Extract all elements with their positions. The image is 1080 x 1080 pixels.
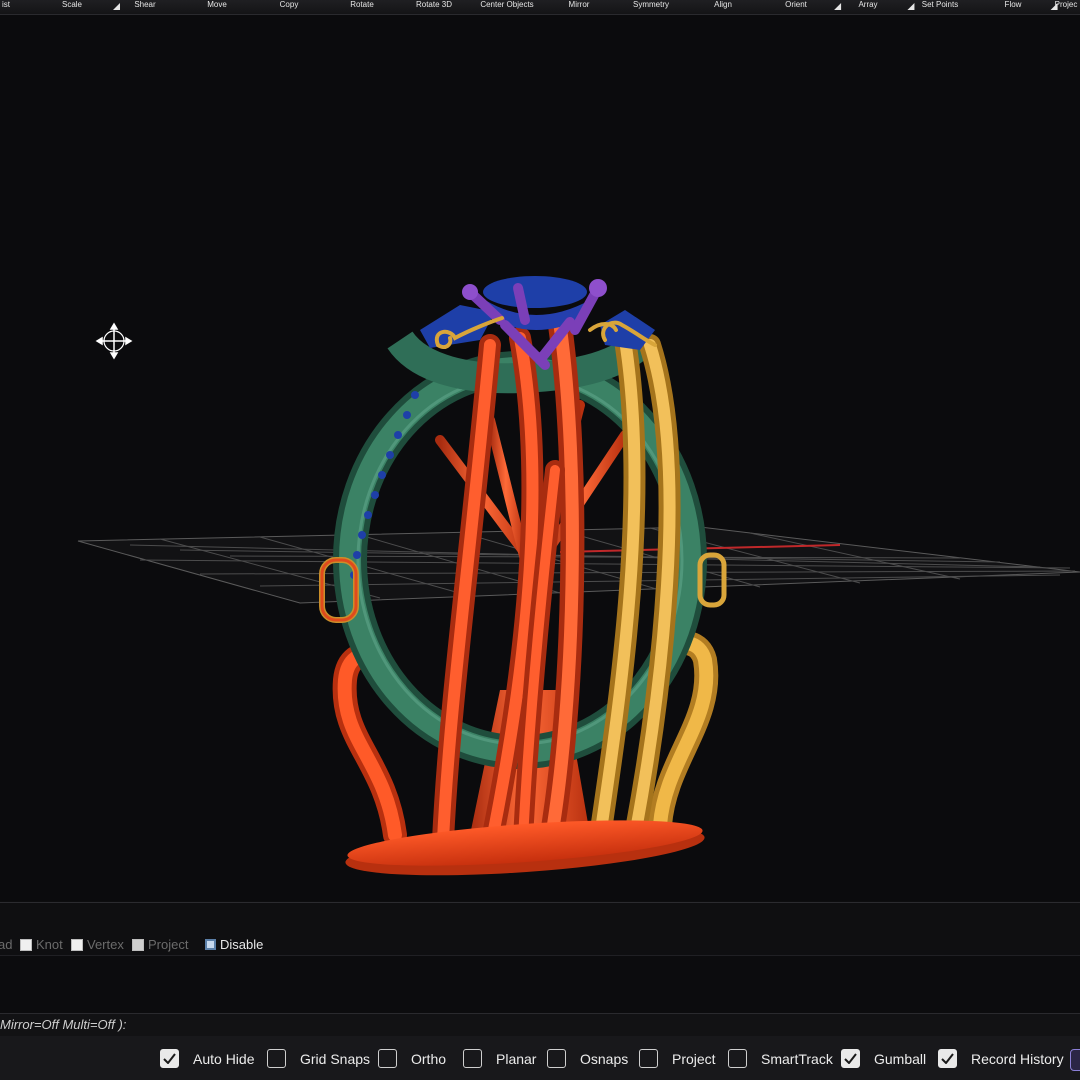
status-toggle-label: Osnaps bbox=[580, 1050, 629, 1067]
toolbar-label: Rotate bbox=[350, 0, 374, 9]
status-toggle-planar[interactable]: Planar bbox=[463, 1049, 536, 1068]
check-icon bbox=[941, 1053, 954, 1064]
toolbar-item-orient[interactable]: Orient bbox=[785, 0, 841, 14]
toolbar-item-align[interactable]: Align bbox=[714, 0, 732, 14]
toolbar-label: Projec bbox=[1054, 0, 1078, 9]
osnap-item-quad[interactable]: ad bbox=[0, 937, 12, 952]
toolbar-label: Move bbox=[207, 0, 227, 9]
command-prompt-text: Mirror=Off Multi=Off ): bbox=[0, 1017, 127, 1032]
toolbar-item-mirror[interactable]: Mirror bbox=[569, 0, 590, 14]
checkbox-checked[interactable] bbox=[841, 1049, 860, 1068]
checkbox-checked[interactable] bbox=[160, 1049, 179, 1068]
checkbox-unchecked[interactable] bbox=[267, 1049, 286, 1068]
checkbox-unchecked[interactable] bbox=[378, 1049, 397, 1068]
osnap-label: Project bbox=[148, 937, 189, 952]
filter-button[interactable] bbox=[1070, 1049, 1080, 1071]
toolbar-item-array[interactable]: Array bbox=[858, 0, 915, 14]
command-prompt[interactable]: Mirror=Off Multi=Off ): bbox=[0, 1013, 1080, 1037]
status-toggle-label: Grid Snaps bbox=[300, 1050, 371, 1067]
toolbar-item-symmetry[interactable]: Symmetry bbox=[633, 0, 669, 14]
check-icon bbox=[163, 1053, 176, 1064]
status-toggle-label: Record History bbox=[971, 1050, 1064, 1067]
status-toggle-label: Planar bbox=[496, 1050, 537, 1067]
toolbar-label: Flow bbox=[1004, 0, 1022, 9]
checkbox-unchecked[interactable] bbox=[639, 1049, 658, 1068]
status-toggle-label: Gumball bbox=[874, 1050, 927, 1067]
toolbar-label: Set Points bbox=[921, 0, 959, 9]
transform-toolbar: ist Scale Shear Move Copy Rotate Rotate … bbox=[0, 0, 1080, 15]
toolbar-label: Array bbox=[858, 0, 878, 9]
toolbar-item-rotate-3d[interactable]: Rotate 3D bbox=[416, 0, 452, 14]
toolbar-label: Symmetry bbox=[633, 0, 669, 9]
status-toggle-smarttrack[interactable]: SmartTrack bbox=[728, 1049, 833, 1068]
osnap-item-project[interactable]: Project bbox=[132, 937, 188, 952]
toolbar-label: Shear bbox=[134, 0, 156, 9]
status-bar: Auto Hide Grid Snaps Ortho Planar Osnaps… bbox=[0, 1036, 1080, 1080]
osnap-checkbox[interactable] bbox=[71, 938, 83, 951]
checkbox-checked[interactable] bbox=[938, 1049, 957, 1068]
status-toggle-label: Auto Hide bbox=[193, 1050, 255, 1067]
status-toggle-gumball[interactable]: Gumball bbox=[841, 1049, 926, 1068]
toolbar-label: Orient bbox=[785, 0, 807, 9]
osnap-checkbox[interactable] bbox=[20, 938, 32, 951]
ring-model-scene bbox=[77, 276, 1080, 876]
check-icon bbox=[844, 1053, 857, 1064]
toolbar-item-set-points[interactable]: Set Points bbox=[922, 0, 958, 14]
osnap-label: Knot bbox=[36, 937, 63, 952]
toolbar-item-center-objects[interactable]: Center Objects bbox=[480, 0, 533, 14]
osnap-label: ad bbox=[0, 937, 13, 952]
menu-triangle-icon[interactable] bbox=[907, 3, 915, 10]
status-toggle-auto-hide[interactable]: Auto Hide bbox=[160, 1049, 254, 1068]
osnap-label: Vertex bbox=[87, 937, 124, 952]
status-toggle-record-history[interactable]: Record History bbox=[938, 1049, 1064, 1068]
toolbar-item-shear[interactable]: Shear bbox=[134, 0, 155, 14]
toolbar-item-projec[interactable]: Projec bbox=[1055, 0, 1078, 14]
menu-triangle-icon[interactable] bbox=[113, 3, 121, 10]
move-cursor-icon[interactable] bbox=[95, 322, 133, 360]
osnap-checkbox[interactable] bbox=[132, 938, 144, 951]
osnap-panel: ad Knot Vertex Project Disable bbox=[0, 902, 1080, 955]
toolbar-label: Copy bbox=[279, 0, 299, 9]
checkbox-unchecked[interactable] bbox=[547, 1049, 566, 1068]
toolbar-label: Scale bbox=[61, 0, 83, 9]
toolbar-item-ist[interactable]: ist bbox=[2, 0, 10, 14]
toolbar-label: Mirror bbox=[568, 0, 590, 9]
menu-triangle-icon[interactable] bbox=[833, 3, 841, 10]
osnap-item-knot[interactable]: Knot bbox=[20, 937, 63, 952]
status-toggle-osnaps[interactable]: Osnaps bbox=[547, 1049, 628, 1068]
command-history bbox=[0, 955, 1080, 1014]
toolbar-label: Center Objects bbox=[480, 0, 534, 9]
toolbar-item-rotate[interactable]: Rotate bbox=[350, 0, 374, 14]
toolbar-item-move[interactable]: Move bbox=[207, 0, 227, 14]
toolbar-item-scale[interactable]: Scale bbox=[61, 0, 121, 14]
checkbox-unchecked[interactable] bbox=[463, 1049, 482, 1068]
status-toggle-project[interactable]: Project bbox=[639, 1049, 716, 1068]
osnap-item-disable[interactable]: Disable bbox=[205, 937, 263, 952]
perspective-viewport[interactable] bbox=[0, 15, 1080, 901]
toolbar-label: ist bbox=[2, 0, 10, 9]
osnap-label: Disable bbox=[220, 937, 264, 952]
toolbar-label: Align bbox=[714, 0, 732, 9]
status-toggle-label: Project bbox=[672, 1050, 716, 1067]
toolbar-item-copy[interactable]: Copy bbox=[280, 0, 299, 14]
toolbar-label: Rotate 3D bbox=[415, 0, 453, 9]
osnap-item-vertex[interactable]: Vertex bbox=[71, 937, 124, 952]
status-toggle-label: Ortho bbox=[411, 1050, 447, 1067]
osnap-checkbox[interactable] bbox=[205, 939, 216, 950]
checkbox-unchecked[interactable] bbox=[728, 1049, 747, 1068]
status-toggle-grid-snaps[interactable]: Grid Snaps bbox=[267, 1049, 370, 1068]
status-toggle-ortho[interactable]: Ortho bbox=[378, 1049, 446, 1068]
status-toggle-label: SmartTrack bbox=[761, 1050, 833, 1067]
toolbar-item-flow[interactable]: Flow bbox=[1004, 0, 1058, 14]
